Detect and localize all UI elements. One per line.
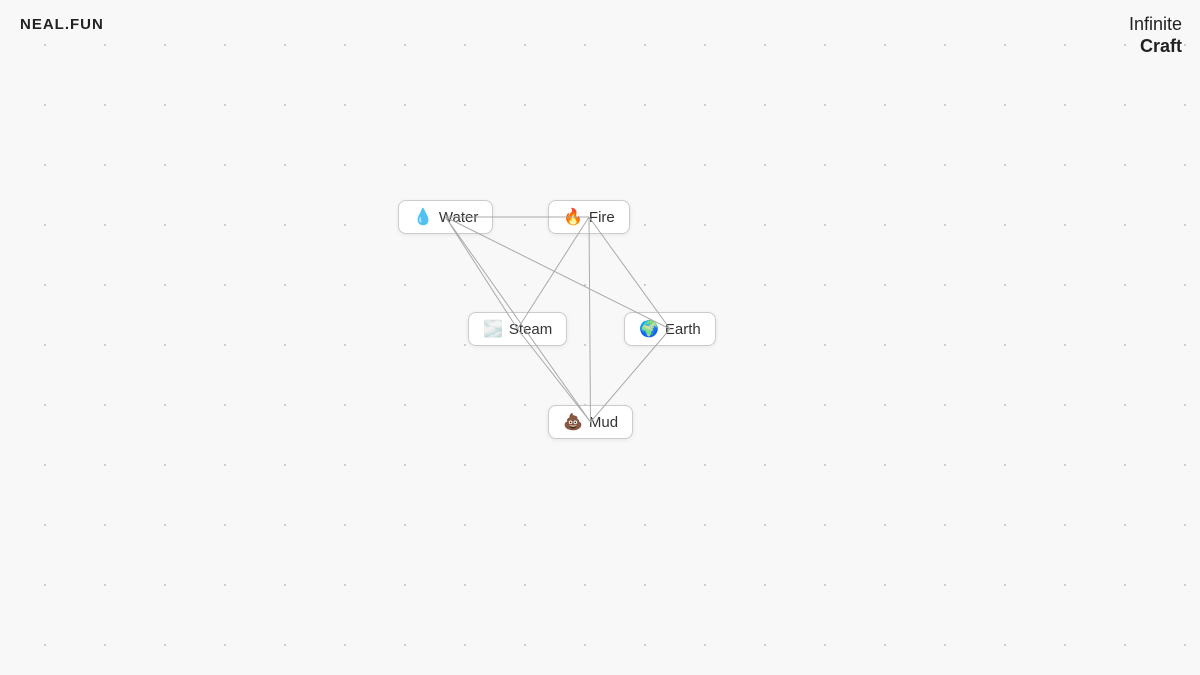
mud-label: Mud — [589, 414, 618, 431]
fire-icon: 🔥 — [563, 207, 583, 227]
craft-canvas: 💧 Water 🔥 Fire 🌫️ Steam 🌍 Earth 💩 Mud — [0, 0, 1200, 675]
infinite-text: Infinite — [1129, 14, 1182, 36]
craft-text: Craft — [1129, 36, 1182, 58]
neal-fun-logo: NEAL.FUN — [20, 16, 104, 33]
infinite-craft-logo: Infinite Craft — [1129, 14, 1182, 57]
node-water[interactable]: 💧 Water — [398, 200, 493, 234]
node-fire[interactable]: 🔥 Fire — [548, 200, 630, 234]
earth-icon: 🌍 — [639, 319, 659, 339]
earth-label: Earth — [665, 321, 701, 338]
node-earth[interactable]: 🌍 Earth — [624, 312, 716, 346]
mud-icon: 💩 — [563, 412, 583, 432]
steam-label: Steam — [509, 321, 552, 338]
node-steam[interactable]: 🌫️ Steam — [468, 312, 567, 346]
water-icon: 💧 — [413, 207, 433, 227]
node-mud[interactable]: 💩 Mud — [548, 405, 633, 439]
steam-icon: 🌫️ — [483, 319, 503, 339]
water-label: Water — [439, 209, 478, 226]
fire-label: Fire — [589, 209, 615, 226]
